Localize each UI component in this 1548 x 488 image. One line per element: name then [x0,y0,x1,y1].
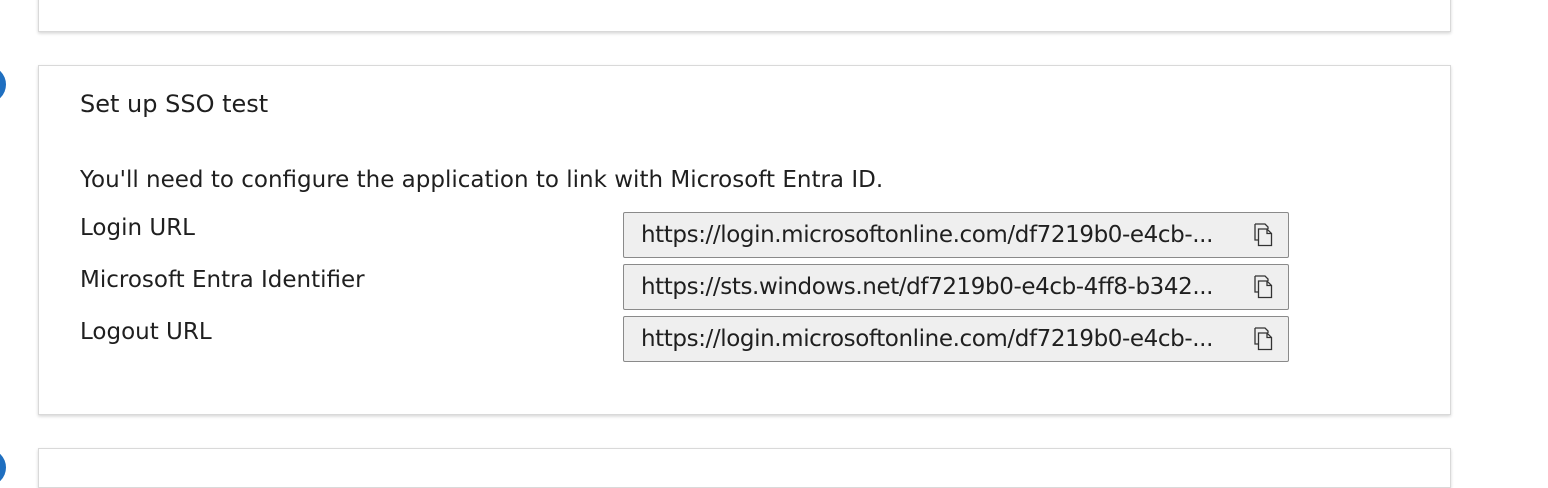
copy-icon[interactable] [1238,317,1288,361]
copy-icon[interactable] [1238,265,1288,309]
entra-identifier-field[interactable]: https://sts.windows.net/df7219b0-e4cb-4f… [623,264,1289,310]
login-url-field[interactable]: https://login.microsoftonline.com/df7219… [623,212,1289,258]
previous-step-card [38,0,1451,32]
copy-icon[interactable] [1238,213,1288,257]
logout-url-label: Logout URL [80,319,212,345]
next-step-card [38,448,1451,488]
login-url-value[interactable]: https://login.microsoftonline.com/df7219… [624,222,1238,248]
card-title: Set up SSO test [80,90,269,118]
sso-test-card: Set up SSO test You'll need to configure… [38,65,1451,415]
login-url-label: Login URL [80,215,195,241]
entra-identifier-value[interactable]: https://sts.windows.net/df7219b0-e4cb-4f… [624,274,1238,300]
logout-url-field[interactable]: https://login.microsoftonline.com/df7219… [623,316,1289,362]
logout-url-value[interactable]: https://login.microsoftonline.com/df7219… [624,326,1238,352]
next-step-indicator [0,449,6,486]
card-description: You'll need to configure the application… [80,167,884,193]
entra-identifier-label: Microsoft Entra Identifier [80,267,365,293]
step-indicator [0,66,6,103]
